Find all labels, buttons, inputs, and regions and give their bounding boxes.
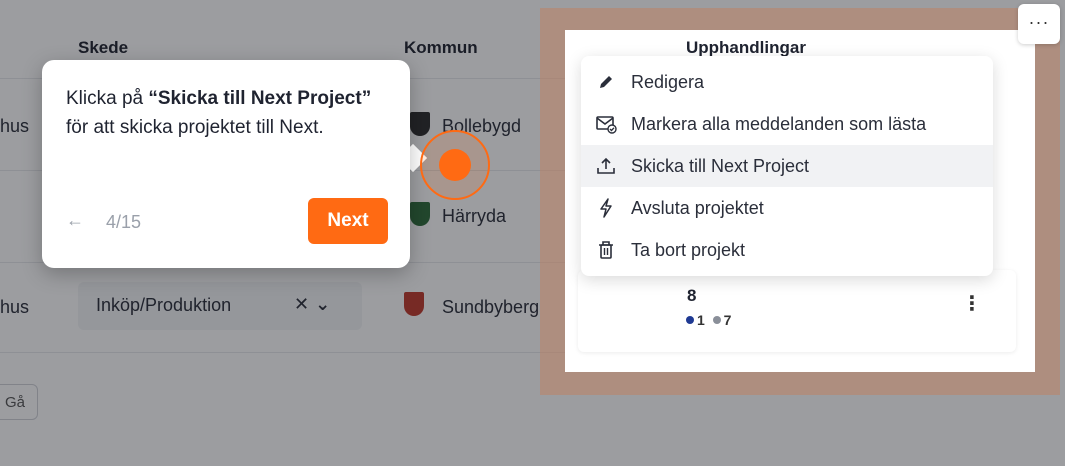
- trash-icon: [581, 240, 631, 260]
- upload-icon: [581, 157, 631, 175]
- tooltip-text: Klicka på “Skicka till Next Project” för…: [66, 88, 372, 138]
- badge-gray-count: 7: [723, 312, 732, 328]
- tour-step-counter: 4/15: [106, 212, 142, 232]
- procurement-count: 8: [687, 286, 697, 305]
- mail-check-icon: [581, 114, 631, 134]
- pencil-icon: [581, 73, 631, 91]
- more-options-button[interactable]: ···: [1018, 4, 1060, 44]
- badge-blue-count: 1: [697, 312, 705, 328]
- menu-item-edit[interactable]: Redigera: [581, 61, 993, 103]
- menu-item-close-project[interactable]: Avsluta projektet: [581, 187, 993, 229]
- header-procurements: Upphandlingar: [686, 38, 806, 57]
- menu-item-label: Ta bort projekt: [631, 239, 746, 260]
- next-button[interactable]: Next: [308, 198, 388, 244]
- blue-dot-icon: [686, 316, 694, 324]
- back-arrow-icon[interactable]: ←: [66, 210, 84, 231]
- procurement-badges: 1 7: [686, 312, 731, 328]
- menu-item-label: Markera alla meddelanden som lästa: [631, 113, 927, 134]
- lightning-icon: [581, 198, 631, 218]
- project-actions-menu: Redigera Markera alla meddelanden som lä…: [581, 56, 993, 276]
- menu-item-label: Redigera: [631, 71, 705, 92]
- menu-item-label: Skicka till Next Project: [631, 155, 810, 176]
- gray-dot-icon: [712, 316, 721, 324]
- menu-item-mark-read[interactable]: Markera alla meddelanden som lästa: [581, 103, 993, 145]
- menu-item-delete-project[interactable]: Ta bort projekt: [581, 229, 993, 271]
- tour-tooltip: Klicka på “Skicka till Next Project” för…: [42, 60, 410, 268]
- menu-item-send-next-project[interactable]: Skicka till Next Project: [581, 145, 993, 187]
- menu-item-label: Avsluta projektet: [631, 197, 764, 218]
- tour-beacon[interactable]: [439, 149, 471, 181]
- procurement-cell: [578, 270, 1016, 352]
- row-actions-kebab-icon[interactable]: ⋮: [962, 294, 982, 318]
